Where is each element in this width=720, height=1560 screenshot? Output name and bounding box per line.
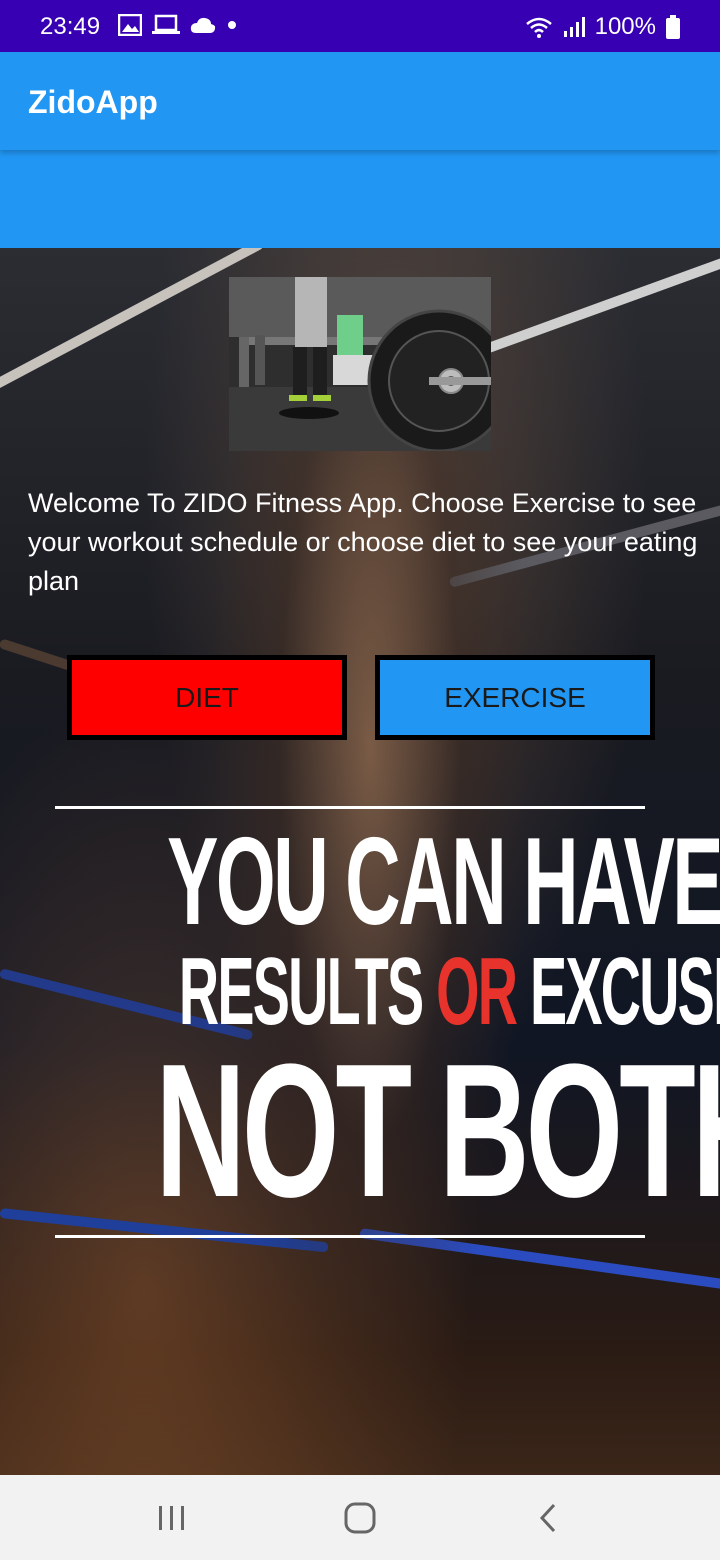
welcome-text: Welcome To ZIDO Fitness App. Choose Exer… (28, 488, 698, 596)
image-icon (118, 14, 142, 36)
quote-top-rule (55, 806, 645, 809)
header-band (0, 150, 720, 248)
quote-bottom-rule (55, 1235, 645, 1238)
notification-icons (118, 14, 238, 36)
status-right: 100% (525, 13, 680, 41)
ring-rope (0, 248, 265, 398)
back-icon (539, 1503, 556, 1532)
app-title: ZidoApp (28, 84, 158, 120)
recent-apps-icon (159, 1505, 184, 1530)
home-button[interactable] (320, 1475, 400, 1560)
exercise-button[interactable]: EXERCISE (375, 655, 655, 740)
quote-line-3: NOT BOTH (155, 1025, 720, 1237)
laptop-icon (152, 14, 180, 34)
status-bar: 23:49 100% (0, 0, 720, 52)
diet-button[interactable]: DIET (67, 655, 347, 740)
wifi-icon (525, 17, 552, 38)
battery-percent: 100% (594, 13, 656, 40)
signal-icon (563, 17, 585, 37)
cloud-icon (190, 17, 216, 33)
dot-icon (228, 21, 236, 29)
status-time: 23:49 (40, 13, 101, 40)
back-button[interactable] (508, 1475, 588, 1560)
app-bar: ZidoApp (0, 52, 720, 150)
gym-thumbnail-image (229, 277, 491, 451)
battery-icon (666, 15, 680, 39)
navigation-bar (0, 1475, 720, 1560)
background-image: Welcome To ZIDO Fitness App. Choose Exer… (0, 248, 720, 1475)
home-icon (344, 1502, 376, 1533)
quote-line-1: YOU CAN HAVE (167, 813, 720, 951)
recent-apps-button[interactable] (132, 1475, 212, 1560)
